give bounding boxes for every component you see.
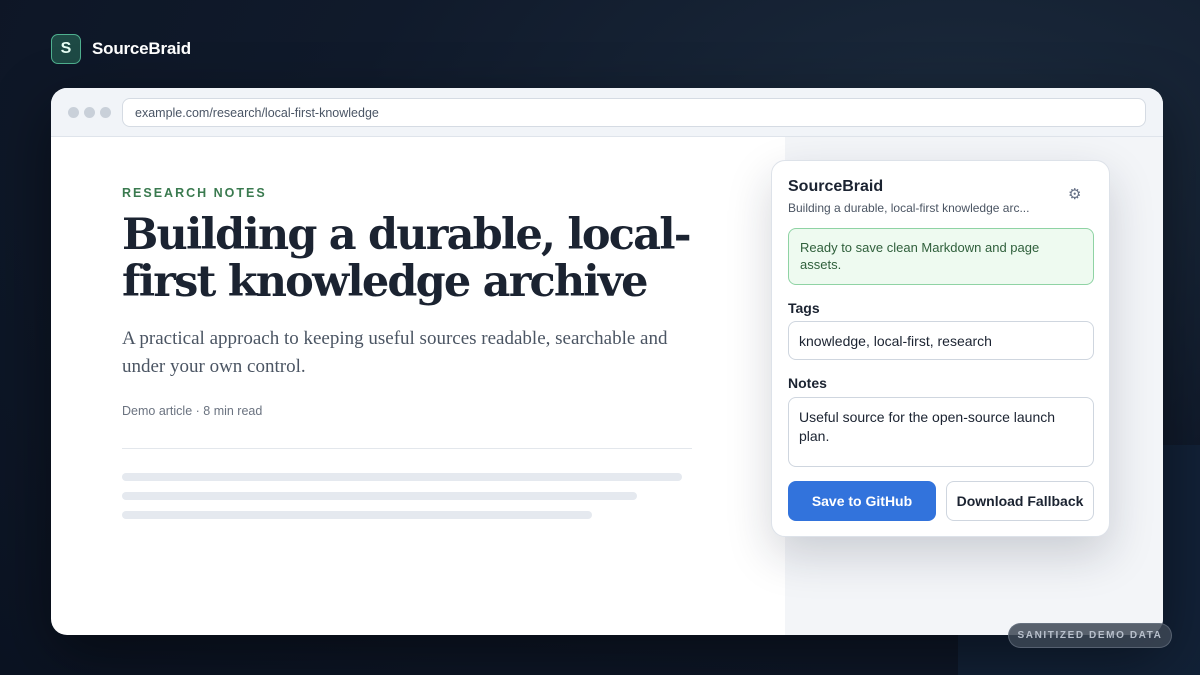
browser-toolbar: example.com/research/local-first-knowled… [51, 88, 1163, 137]
status-message: Ready to save clean Markdown and page as… [788, 228, 1094, 285]
notes-label: Notes [788, 375, 827, 391]
article-headline: Building a durable, local-first knowledg… [122, 210, 692, 307]
article-subtitle: A practical approach to keeping useful s… [122, 328, 668, 377]
window-dot-icon[interactable] [100, 107, 111, 118]
brand-name: SourceBraid [92, 39, 191, 58]
skeleton-line [122, 473, 682, 481]
skeleton-line [122, 492, 637, 500]
extension-popup: SourceBraid Building a durable, local-fi… [771, 160, 1110, 537]
window-dot-icon[interactable] [84, 107, 95, 118]
tags-label: Tags [788, 300, 820, 316]
brand: S SourceBraid [51, 34, 191, 64]
demo-data-badge: SANITIZED DEMO DATA [1008, 623, 1172, 648]
article-meta: Demo article · 8 min read [122, 404, 263, 418]
divider [122, 448, 692, 449]
tags-input[interactable] [788, 321, 1094, 360]
save-to-github-button[interactable]: Save to GitHub [788, 481, 936, 521]
download-fallback-button[interactable]: Download Fallback [946, 481, 1094, 521]
popup-page-title: Building a durable, local-first knowledg… [788, 201, 1030, 215]
popup-title: SourceBraid [788, 178, 884, 195]
window-dot-icon[interactable] [68, 107, 79, 118]
skeleton-line [122, 511, 592, 519]
gear-icon[interactable]: ⚙ [1068, 185, 1081, 203]
notes-textarea[interactable]: Useful source for the open-source launch… [788, 397, 1094, 467]
address-bar[interactable]: example.com/research/local-first-knowled… [122, 98, 1146, 127]
article-eyebrow: RESEARCH NOTES [122, 186, 267, 200]
brand-logo: S [51, 34, 81, 64]
